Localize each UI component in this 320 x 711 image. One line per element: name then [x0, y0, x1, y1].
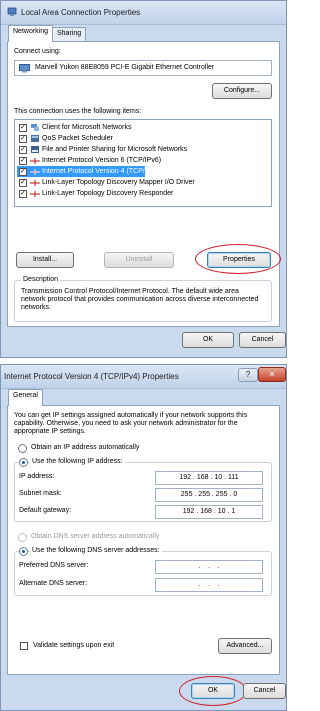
adapter-name: Marvell Yukon 88E8059 PCI-E Gigabit Ethe…	[35, 64, 215, 71]
use-following-dns-label[interactable]: Use the following DNS server addresses:	[30, 547, 162, 554]
install-button[interactable]: Install...	[16, 252, 74, 268]
dns-group: Use the following DNS server addresses: …	[14, 547, 272, 596]
validate-checkbox[interactable]	[20, 642, 28, 650]
description-title: Description	[21, 276, 61, 283]
list-item[interactable]: ✓ Link-Layer Topology Discovery Mapper I…	[17, 177, 257, 188]
item-label: File and Printer Sharing for Microsoft N…	[42, 146, 188, 153]
validate-label[interactable]: Validate settings upon exit	[33, 642, 114, 649]
item-label: Internet Protocol Version 6 (TCP/IPv6)	[42, 157, 162, 164]
item-checkbox[interactable]: ✓	[19, 146, 27, 154]
network-adapter-icon	[7, 7, 17, 16]
close-button[interactable]: ✕	[258, 367, 286, 382]
list-item-selected[interactable]: ✓ Internet Protocol Version 4 (TCP/IPv4)	[17, 166, 161, 177]
connect-using-label: Connect using:	[14, 48, 61, 55]
list-item[interactable]: ✓ File and Printer Sharing for Microsoft…	[17, 144, 257, 155]
dialog-title: Internet Protocol Version 4 (TCP/IPv4) P…	[4, 372, 179, 381]
ip-address-label: IP address:	[19, 473, 55, 480]
title-bar[interactable]: Local Area Connection Properties	[1, 1, 286, 25]
cancel-button[interactable]: Cancel	[239, 332, 286, 348]
description-group: Description Transmission Control Protoco…	[14, 276, 272, 322]
subnet-mask-input[interactable]: 255 . 255 . 255 . 0	[155, 488, 263, 502]
subnet-mask-label: Subnet mask:	[19, 490, 62, 497]
items-label: This connection uses the following items…	[14, 108, 142, 115]
ok-button[interactable]: OK	[182, 332, 234, 348]
networking-panel: Connect using: Marvell Yukon 88E8059 PCI…	[7, 41, 281, 327]
item-label: Link-Layer Topology Discovery Responder	[42, 190, 174, 197]
item-checkbox[interactable]: ✓	[19, 157, 27, 165]
properties-button[interactable]: Properties	[207, 252, 271, 268]
item-checkbox[interactable]: ✓	[19, 135, 27, 143]
tab-networking[interactable]: Networking	[8, 25, 54, 42]
ip-address-input[interactable]: 192 . 168 . 10 . 111	[155, 471, 263, 485]
preferred-dns-label: Preferred DNS server:	[19, 562, 89, 569]
protocol-icon	[30, 158, 40, 164]
tab-sharing[interactable]: Sharing	[52, 27, 87, 41]
local-area-connection-properties-dialog: Local Area Connection Properties Network…	[0, 0, 287, 358]
default-gateway-label: Default gateway:	[19, 507, 72, 514]
item-label: Link-Layer Topology Discovery Mapper I/O…	[42, 179, 195, 186]
general-panel: You can get IP settings assigned automat…	[7, 405, 280, 675]
item-checkbox[interactable]: ✓	[19, 179, 27, 187]
list-item[interactable]: ✓ Client for Microsoft Networks	[17, 122, 257, 133]
obtain-dns-auto-radio[interactable]	[18, 533, 27, 542]
item-label: QoS Packet Scheduler	[42, 135, 113, 142]
default-gateway-input[interactable]: 192 . 168 . 10 . 1	[155, 505, 263, 519]
intro-text: You can get IP settings assigned automat…	[14, 412, 248, 435]
item-checkbox[interactable]: ✓	[19, 124, 27, 132]
obtain-ip-auto-label[interactable]: Obtain an IP address automatically	[31, 444, 139, 451]
tab-general[interactable]: General	[8, 389, 43, 406]
file-printer-sharing-icon	[31, 146, 39, 153]
use-following-ip-radio[interactable]	[19, 458, 28, 467]
use-following-ip-label[interactable]: Use the following IP address:	[30, 458, 125, 465]
preferred-dns-input[interactable]: . . .	[155, 560, 263, 574]
protocol-icon	[30, 191, 40, 197]
qos-scheduler-icon	[31, 135, 39, 142]
help-button[interactable]: ?	[238, 368, 258, 382]
ip-address-group: Use the following IP address: IP address…	[14, 458, 272, 522]
ipv4-properties-dialog: Internet Protocol Version 4 (TCP/IPv4) P…	[0, 364, 287, 711]
list-item[interactable]: ✓ Link-Layer Topology Discovery Responde…	[17, 188, 257, 199]
obtain-ip-auto-radio[interactable]	[18, 444, 27, 453]
advanced-button[interactable]: Advanced...	[218, 638, 272, 654]
obtain-dns-auto-label[interactable]: Obtain DNS server address automatically	[31, 533, 159, 540]
protocol-icon	[30, 169, 40, 175]
dialog-title: Local Area Connection Properties	[21, 8, 141, 17]
item-label: Internet Protocol Version 4 (TCP/IPv4)	[42, 168, 162, 175]
configure-button[interactable]: Configure...	[212, 83, 272, 99]
connection-items-list[interactable]: ✓ Client for Microsoft Networks ✓ QoS Pa…	[14, 119, 272, 207]
alternate-dns-input[interactable]: . . .	[155, 578, 263, 592]
use-following-dns-radio[interactable]	[19, 547, 28, 556]
alternate-dns-label: Alternate DNS server:	[19, 580, 88, 587]
description-text: Transmission Control Protocol/Internet P…	[21, 288, 259, 311]
list-item[interactable]: ✓ QoS Packet Scheduler	[17, 133, 257, 144]
ok-button[interactable]: OK	[191, 683, 235, 699]
item-checkbox[interactable]: ✓	[19, 190, 27, 198]
uninstall-button[interactable]: Uninstall	[104, 252, 174, 268]
protocol-icon	[30, 180, 40, 186]
title-bar[interactable]: Internet Protocol Version 4 (TCP/IPv4) P…	[1, 365, 286, 389]
adapter-field: Marvell Yukon 88E8059 PCI-E Gigabit Ethe…	[14, 60, 272, 76]
network-client-icon	[31, 124, 39, 131]
item-label: Client for Microsoft Networks	[42, 124, 132, 131]
list-item[interactable]: ✓ Internet Protocol Version 6 (TCP/IPv6)	[17, 155, 257, 166]
adapter-icon	[19, 64, 30, 73]
cancel-button[interactable]: Cancel	[243, 683, 286, 699]
item-checkbox[interactable]: ✓	[19, 168, 27, 176]
